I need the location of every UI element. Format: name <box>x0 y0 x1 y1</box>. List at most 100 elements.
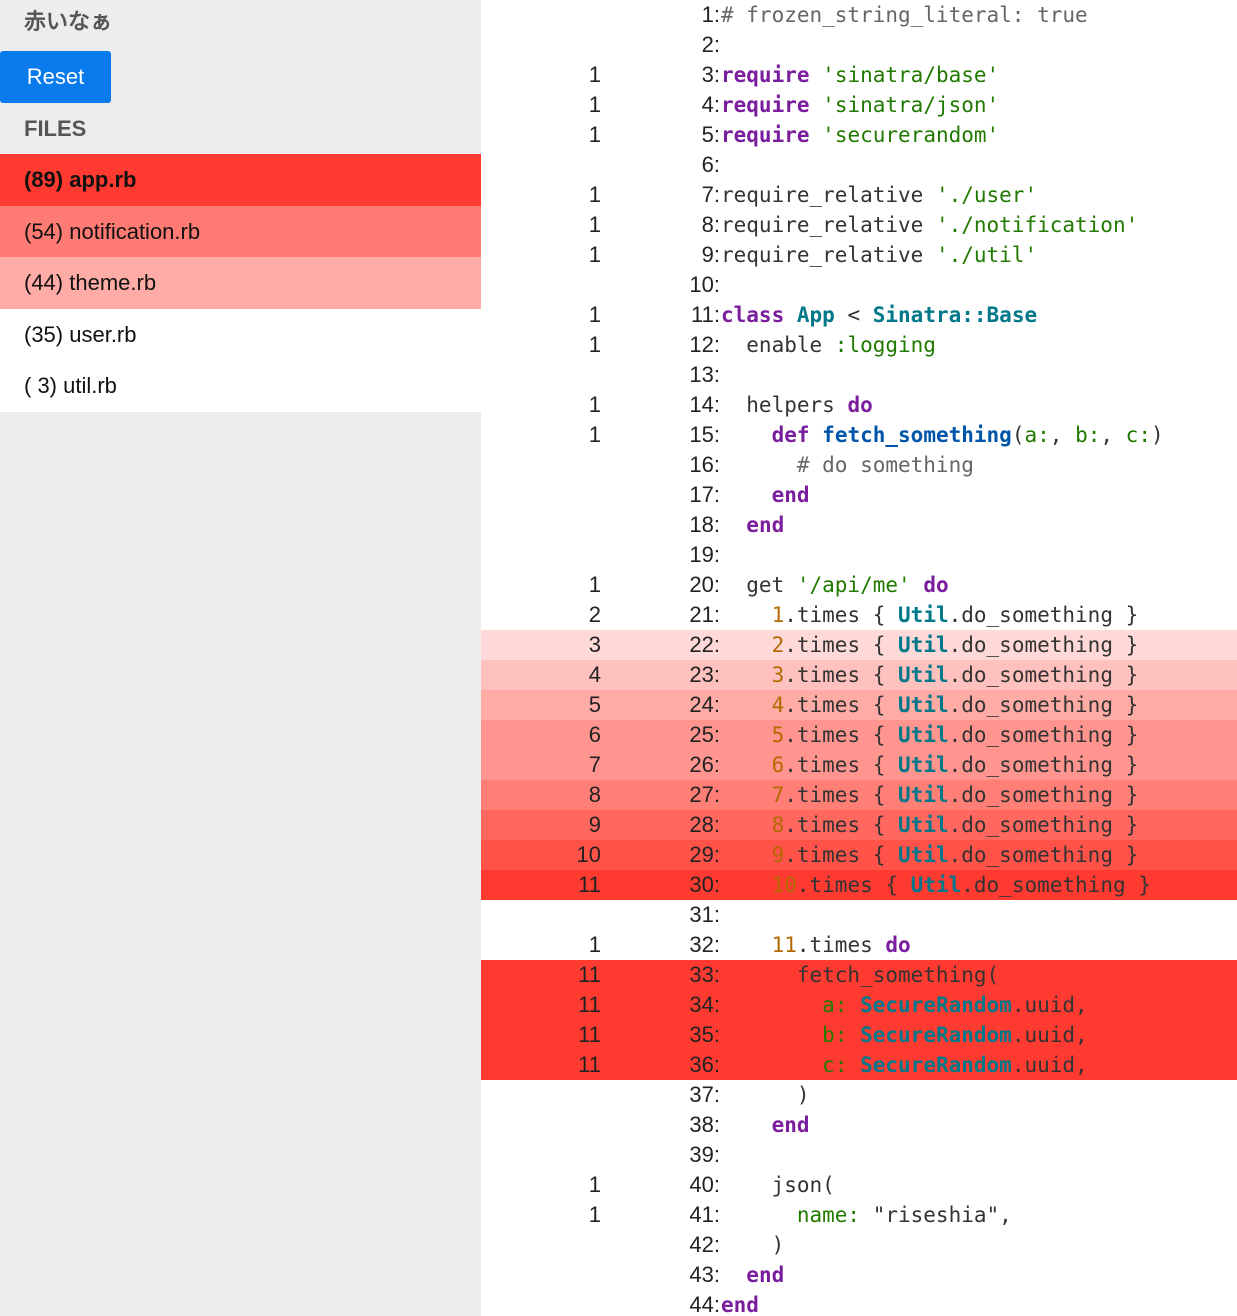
execution-count: 1 <box>588 332 601 357</box>
code-line: 1 41: name: "riseshia", <box>481 1200 1237 1230</box>
line-number: 37: <box>689 1082 720 1107</box>
code-line: 1 8: require_relative './notification' <box>481 210 1237 240</box>
line-number: 12: <box>689 332 720 357</box>
code-token: Util <box>898 603 949 627</box>
code-token: .times { <box>796 873 911 897</box>
code-line: 1 32: 11.times do <box>481 930 1237 960</box>
code-text: 8.times { Util.do_something } <box>721 810 1139 840</box>
code-text: require 'sinatra/json' <box>721 90 999 120</box>
line-number: 43: <box>689 1262 720 1287</box>
code-text: 1.times { Util.do_something } <box>721 600 1139 630</box>
code-token: .do_something } <box>961 873 1151 897</box>
code-line: 1 20: get '/api/me' do <box>481 570 1237 600</box>
code-token: .do_something } <box>948 693 1139 717</box>
code-text: end <box>721 1110 810 1140</box>
code-token: require_relative <box>721 213 936 237</box>
code-token: b: <box>822 1023 848 1047</box>
reset-button[interactable]: Reset <box>0 51 111 103</box>
code-token: end <box>746 513 785 537</box>
line-number: 17: <box>689 482 720 507</box>
code-token: SecureRandom <box>860 1023 1012 1047</box>
execution-count: 2 <box>588 602 601 627</box>
file-item-notification-rb[interactable]: (54) notification.rb <box>0 205 481 257</box>
execution-count: 1 <box>588 392 601 417</box>
line-number: 3: <box>701 62 720 87</box>
file-item-theme-rb[interactable]: (44) theme.rb <box>0 257 481 309</box>
code-line: 1 15: def fetch_something(a:, b:, c:) <box>481 420 1237 450</box>
code-token: Util <box>898 813 949 837</box>
line-number: 23: <box>689 662 720 687</box>
execution-count: 1 <box>588 92 601 117</box>
code-line: 2 21: 1.times { Util.do_something } <box>481 600 1237 630</box>
execution-count: 11 <box>578 992 601 1017</box>
code-text: def fetch_something(a:, b:, c:) <box>721 420 1164 450</box>
code-token: end <box>771 1113 810 1137</box>
code-line: 38: end <box>481 1110 1237 1140</box>
code-token: do <box>885 933 911 957</box>
code-token: SecureRandom <box>860 1053 1012 1077</box>
file-item-util-rb[interactable]: ( 3) util.rb <box>0 360 481 412</box>
code-token: 4 <box>771 693 785 717</box>
line-number: 35: <box>689 1022 720 1047</box>
line-number: 13: <box>689 362 720 387</box>
code-token: helpers <box>721 393 848 417</box>
line-number: 42: <box>689 1232 720 1257</box>
code-line: 11 36: c: SecureRandom.uuid, <box>481 1050 1237 1080</box>
line-number: 44: <box>689 1292 720 1316</box>
code-token: './util' <box>935 243 1038 267</box>
code-text: ) <box>721 1230 785 1260</box>
line-number: 6: <box>701 152 720 177</box>
line-number: 5: <box>701 122 720 147</box>
code-text: b: SecureRandom.uuid, <box>721 1020 1088 1050</box>
code-line: 37: ) <box>481 1080 1237 1110</box>
code-token: require_relative <box>721 183 936 207</box>
code-token: Util <box>898 783 949 807</box>
code-token: .times { <box>784 753 899 777</box>
line-number: 29: <box>689 842 720 867</box>
code-token: '/api/me' <box>796 573 911 597</box>
line-number: 20: <box>689 572 720 597</box>
code-line: 1 5: require 'securerandom' <box>481 120 1237 150</box>
line-number: 21: <box>689 602 720 627</box>
code-token: .times { <box>784 843 899 867</box>
code-token: a: <box>1024 423 1050 447</box>
code-text: 2.times { Util.do_something } <box>721 630 1139 660</box>
line-number: 28: <box>689 812 720 837</box>
execution-count: 1 <box>588 302 601 327</box>
code-token: .times { <box>784 603 899 627</box>
code-line: 18: end <box>481 510 1237 540</box>
code-line: 31: <box>481 900 1237 930</box>
code-line: 1 3: require 'sinatra/base' <box>481 60 1237 90</box>
code-line: 16: # do something <box>481 450 1237 480</box>
code-token: def <box>771 423 810 447</box>
code-token: "riseshia", <box>860 1203 1012 1227</box>
line-number: 7: <box>701 182 720 207</box>
file-item-user-rb[interactable]: (35) user.rb <box>0 308 481 360</box>
code-text: end <box>721 1260 784 1290</box>
code-line: 17: end <box>481 480 1237 510</box>
code-token: c: <box>822 1053 848 1077</box>
execution-count: 10 <box>576 842 601 867</box>
code-line: 42: ) <box>481 1230 1237 1260</box>
line-number: 41: <box>689 1202 720 1227</box>
code-token: end <box>771 483 810 507</box>
code-token: json( <box>721 1173 835 1197</box>
code-text: require 'securerandom' <box>721 120 999 150</box>
code-line: 10: <box>481 270 1237 300</box>
code-token: :logging <box>834 333 936 357</box>
code-line: 10 29: 9.times { Util.do_something } <box>481 840 1237 870</box>
file-item-app-rb[interactable]: (89) app.rb <box>0 154 481 206</box>
code-token: ) <box>1150 423 1164 447</box>
code-text: require_relative './user' <box>721 180 1037 210</box>
code-text: 10.times { Util.do_something } <box>721 870 1151 900</box>
execution-count: 1 <box>588 242 601 267</box>
code-token: Util <box>910 873 962 897</box>
